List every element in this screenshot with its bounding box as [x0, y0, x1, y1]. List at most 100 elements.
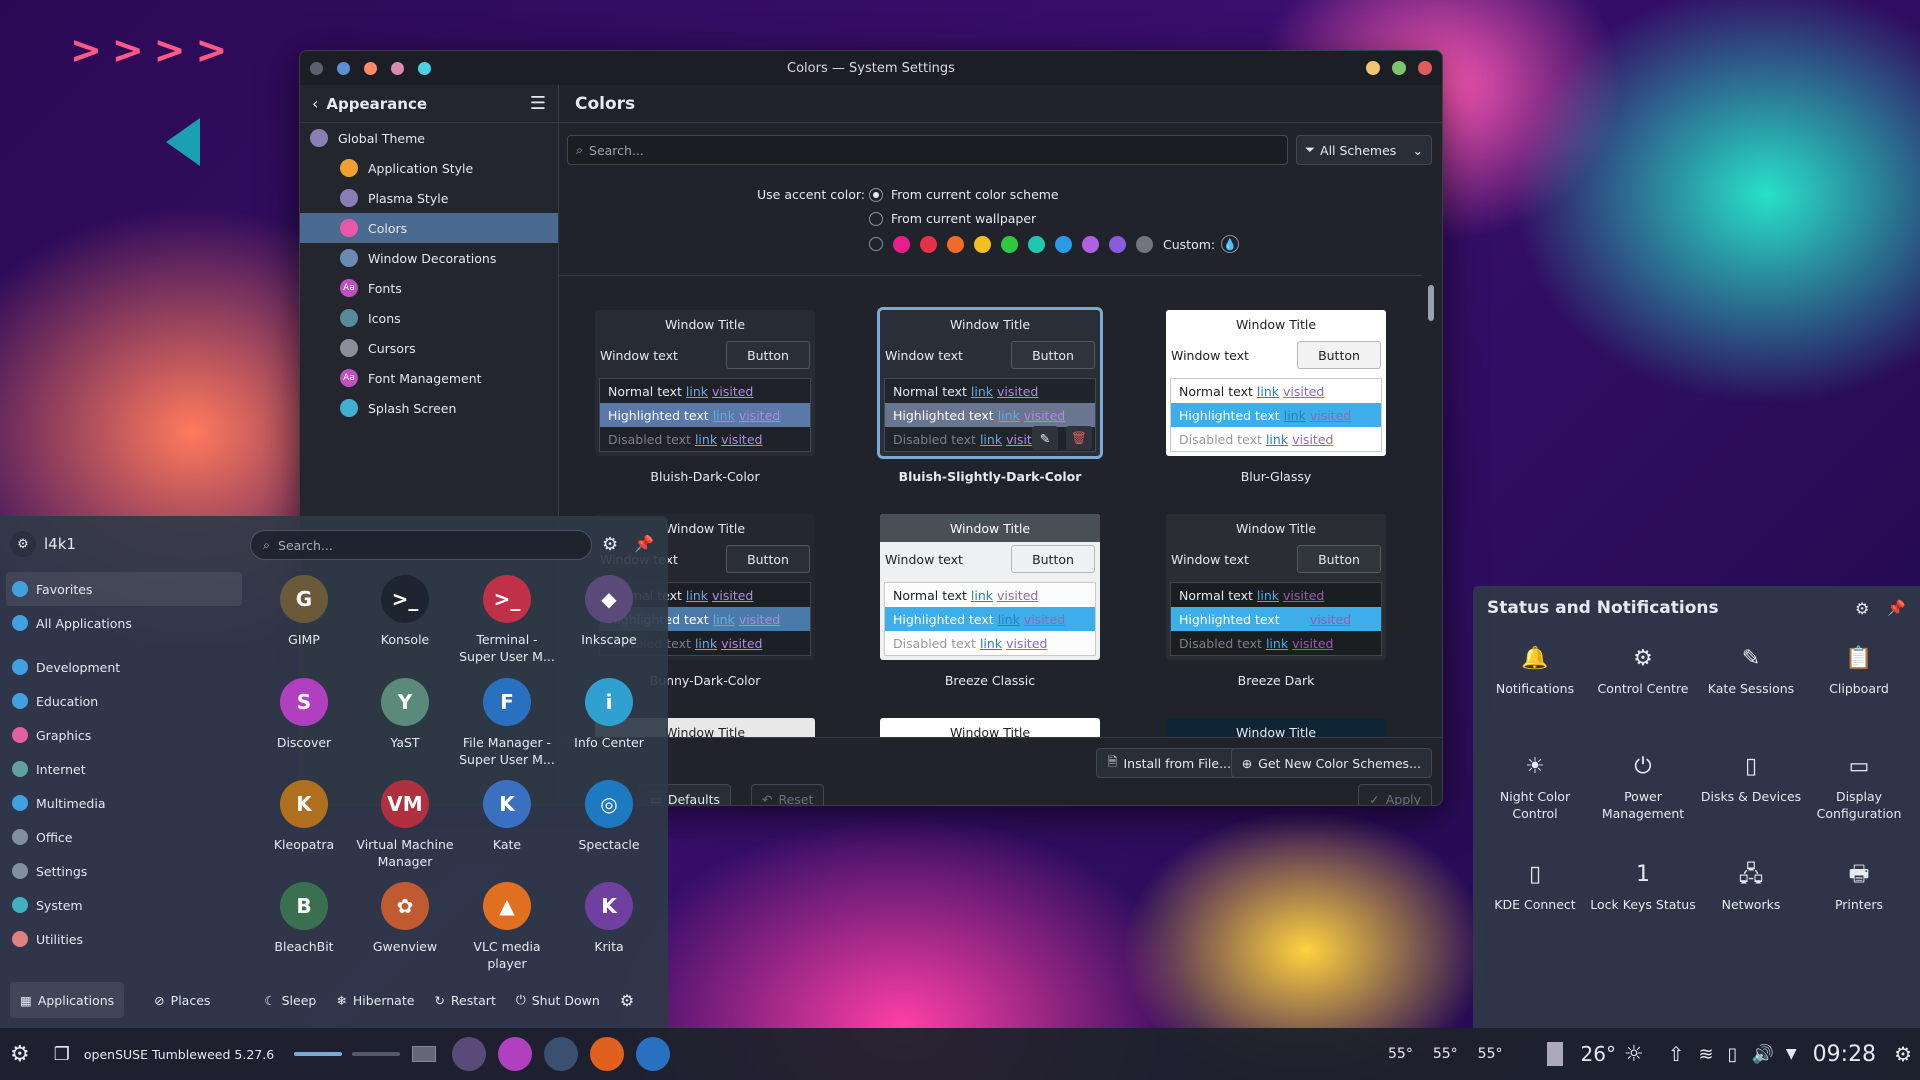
app-bleachbit[interactable]: B BleachBit [254, 882, 354, 955]
scheme-search-input[interactable]: ⌕ Search... [567, 135, 1288, 165]
category-internet[interactable]: Internet [0, 752, 248, 786]
category-development[interactable]: Development [0, 650, 248, 684]
tray-item-clipboard[interactable]: 📋 Clipboard [1805, 642, 1913, 697]
tray-item-kate-sessions[interactable]: ✎ Kate Sessions [1697, 642, 1805, 697]
edit-scheme-icon[interactable]: ✎ [1032, 426, 1058, 450]
close-button[interactable] [1418, 61, 1432, 75]
app-yast[interactable]: Y YaST [355, 678, 455, 751]
accent-swatch[interactable] [893, 235, 910, 253]
app-virtual-machine-manager[interactable]: VM Virtual Machine Manager [355, 780, 455, 870]
get-new-schemes-button[interactable]: ⊕ Get New Color Schemes... [1230, 748, 1432, 778]
accent-swatch[interactable] [1082, 235, 1099, 253]
app-kleopatra[interactable]: K Kleopatra [254, 780, 354, 853]
category-office[interactable]: Office [0, 820, 248, 854]
tray-item-networks[interactable]: 🖧 Networks [1697, 858, 1805, 913]
pin-icon[interactable]: 📌 [634, 534, 654, 553]
window-titlebar[interactable]: Colors — System Settings [300, 51, 1442, 85]
scheme-preview[interactable]: Window Title Window text Button Normal t… [877, 307, 1103, 459]
apply-button[interactable]: ✓ Apply [1358, 784, 1432, 805]
category-multimedia[interactable]: Multimedia [0, 786, 248, 820]
application-launcher[interactable]: ⚙ l4k1 ⌕ Search... ⚙ 📌 Favorites All Appl… [0, 516, 668, 1028]
app-krita[interactable]: K Krita [559, 882, 659, 955]
tray-item-night-color-control[interactable]: ☀ Night Color Control [1481, 750, 1589, 822]
dolphin-task-icon[interactable] [636, 1037, 671, 1071]
accent-swatch[interactable] [1028, 235, 1045, 253]
places-tab[interactable]: ⊘ Places [144, 982, 220, 1018]
radio-wallpaper[interactable] [869, 211, 883, 226]
app-inkscape[interactable]: ◆ Inkscape [559, 575, 659, 648]
shutdown-button[interactable]: ⏻ Shut Down [506, 982, 610, 1018]
tray-item-disks-devices[interactable]: ▯ Disks & Devices [1697, 750, 1805, 805]
launcher-settings-icon[interactable]: ⚙ [602, 534, 618, 555]
pager-icon[interactable] [412, 1046, 437, 1062]
scheme-card[interactable]: Window Title [1166, 718, 1386, 737]
tray-item-kde-connect[interactable]: ▯ KDE Connect [1481, 858, 1589, 913]
tray-settings-icon[interactable]: ⚙ [1855, 599, 1869, 618]
sleep-button[interactable]: ☾ Sleep [254, 982, 326, 1018]
category-utilities[interactable]: Utilities [0, 922, 248, 956]
pin-icon[interactable]: 📌 [1887, 599, 1906, 617]
launcher-search-input[interactable]: ⌕ Search... [250, 530, 592, 560]
app-terminal-super-user-m-[interactable]: >_ Terminal - Super User M... [457, 575, 557, 665]
sidebar-item-window-decorations[interactable]: Window Decorations [300, 243, 558, 273]
radio-scheme[interactable] [869, 187, 883, 202]
avatar[interactable]: ⚙ [10, 531, 36, 557]
category-all-applications[interactable]: All Applications [0, 606, 248, 640]
category-favorites[interactable]: Favorites [6, 572, 242, 606]
scheme-card[interactable]: Window Title Window text Button Normal t… [1166, 514, 1386, 688]
scheme-card[interactable]: Window Title Window text Button Normal t… [595, 310, 815, 484]
discover-task-icon[interactable] [498, 1037, 533, 1071]
scheme-preview[interactable]: Window Title Window text Button Normal t… [1166, 310, 1386, 456]
radio-swatch-none[interactable] [869, 237, 883, 251]
applications-tab[interactable]: ▦ Applications [10, 982, 125, 1018]
tray-item-display-configuration[interactable]: ▭ Display Configuration [1805, 750, 1913, 822]
sidebar-item-plasma-style[interactable]: Plasma Style [300, 183, 558, 213]
tray-item-control-centre[interactable]: ⚙ Control Centre [1589, 642, 1697, 697]
sidebar-item-font-management[interactable]: Aa Font Management [300, 363, 558, 393]
scheme-card[interactable]: Window Title Window text Button Normal t… [1166, 310, 1386, 484]
updates-icon[interactable]: ⇧ [1668, 1042, 1685, 1066]
desktop-settings-icon[interactable]: ⚙ [1894, 1042, 1912, 1066]
tray-item-printers[interactable]: 🖶 Printers [1805, 858, 1913, 913]
scheme-preview[interactable]: Window Title Window text Button Normal t… [595, 310, 815, 456]
app-konsole[interactable]: >_ Konsole [355, 575, 455, 648]
app-file-manager-super-user-m-[interactable]: F File Manager - Super User M... [457, 678, 557, 768]
session-settings-icon[interactable]: ⚙ [620, 991, 634, 1010]
hamburger-menu-icon[interactable]: ☰ [530, 93, 546, 114]
scheme-preview[interactable]: Window Title [1166, 718, 1386, 737]
minimize-button[interactable] [1366, 61, 1380, 75]
show-desktop-icon[interactable]: ❐ [54, 1044, 70, 1065]
sidebar-item-icons[interactable]: Icons [300, 303, 558, 333]
hibernate-button[interactable]: ❄ Hibernate [326, 982, 424, 1018]
maximize-button[interactable] [1392, 61, 1406, 75]
accent-swatch[interactable] [1109, 235, 1126, 253]
speaker-icon[interactable]: 🔊 [1751, 1044, 1773, 1065]
accent-swatch[interactable] [1001, 235, 1018, 253]
category-graphics[interactable]: Graphics [0, 718, 248, 752]
scheme-preview[interactable]: Window Title Window text Button Normal t… [880, 514, 1100, 660]
accent-opt-wallpaper[interactable]: From current wallpaper [869, 211, 1036, 226]
launcher-button-icon[interactable]: ⚙ [10, 1042, 30, 1067]
accent-swatch[interactable] [1055, 235, 1072, 253]
tray-item-notifications[interactable]: 🔔 Notifications [1481, 642, 1589, 697]
delete-scheme-icon[interactable]: 🗑 [1066, 426, 1092, 450]
scheme-card[interactable]: Window Title Window text Button Normal t… [880, 514, 1100, 688]
app-kate[interactable]: K Kate [457, 780, 557, 853]
tray-expand-icon[interactable]: ▼ [1786, 1046, 1797, 1062]
scheme-preview[interactable]: Window Title [880, 718, 1100, 737]
tray-item-power-management[interactable]: ⏻ Power Management [1589, 750, 1697, 822]
network-icon[interactable]: ≋ [1698, 1044, 1713, 1065]
app-discover[interactable]: S Discover [254, 678, 354, 751]
window-menu-icon[interactable] [310, 61, 323, 75]
scheme-card[interactable]: Window Title [880, 718, 1100, 737]
firefox-task-icon[interactable] [590, 1037, 625, 1071]
back-arrow-icon[interactable]: ‹ [312, 94, 318, 113]
accent-swatch[interactable] [920, 235, 937, 253]
app-info-center[interactable]: i Info Center [559, 678, 659, 751]
sun-icon[interactable]: ☼ [1624, 1042, 1644, 1067]
scheme-card[interactable]: Window Title Window text Button Normal t… [877, 307, 1103, 484]
reset-button[interactable]: ↶ Reset [751, 784, 825, 805]
tray-item-lock-keys-status[interactable]: 1 Lock Keys Status [1589, 858, 1697, 913]
inkscape-task-icon[interactable] [452, 1037, 487, 1071]
app-gimp[interactable]: G GIMP [254, 575, 354, 648]
